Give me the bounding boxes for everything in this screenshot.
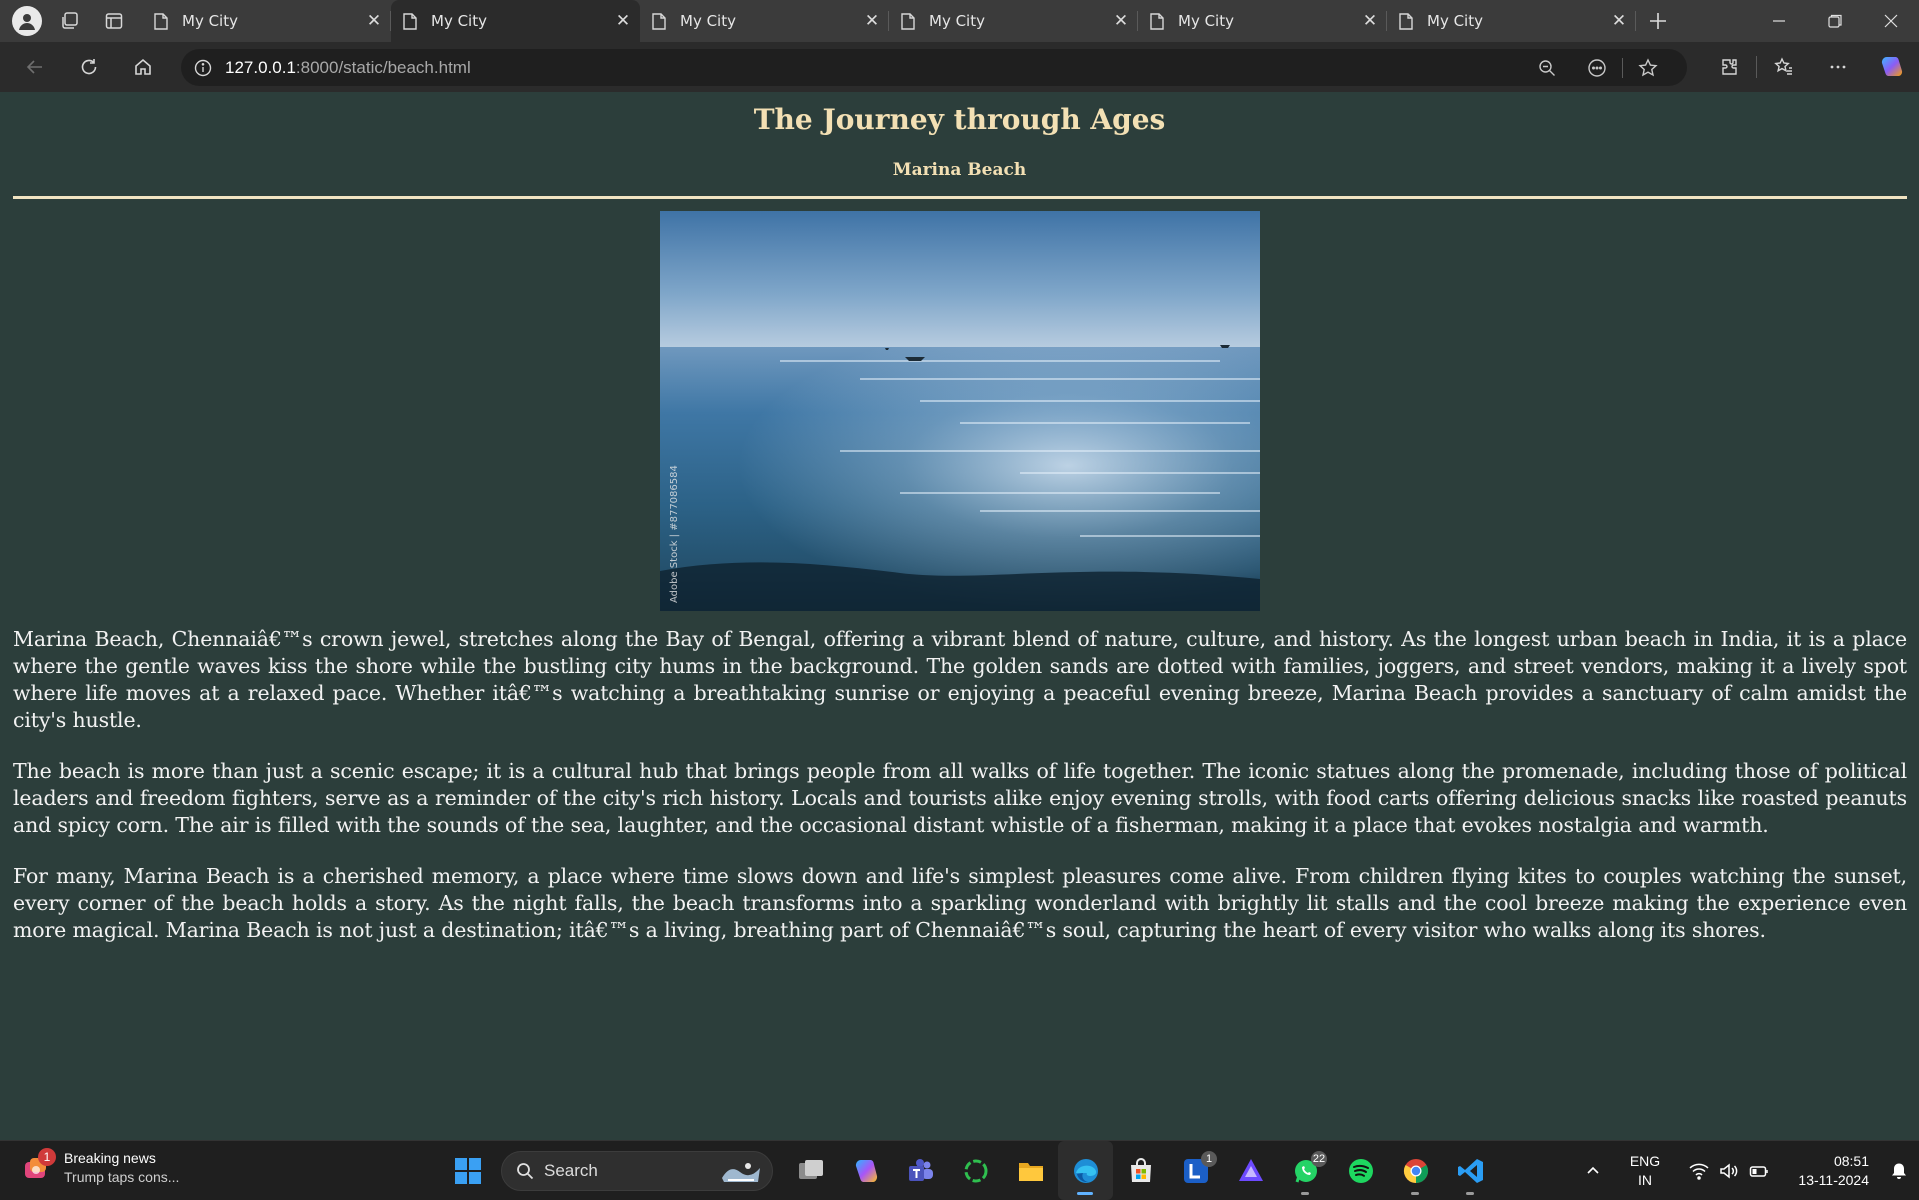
- image-watermark: Adobe Stock | #877086584: [669, 465, 680, 603]
- favorites-icon[interactable]: [1757, 42, 1811, 92]
- news-badge: 1: [38, 1148, 56, 1166]
- app-badge: 1: [1201, 1151, 1217, 1167]
- proton-vpn-icon[interactable]: [1223, 1141, 1278, 1200]
- linkedin-l-icon[interactable]: 1: [1168, 1141, 1223, 1200]
- browser-toolbar: [1702, 42, 1919, 92]
- copilot-app-icon[interactable]: [838, 1141, 893, 1200]
- workspaces-icon[interactable]: [48, 0, 92, 42]
- microsoft-store-icon[interactable]: [1113, 1141, 1168, 1200]
- chrome-icon[interactable]: [1388, 1141, 1443, 1200]
- news-subtitle: Trump taps cons...: [64, 1169, 180, 1185]
- wifi-icon: [1689, 1163, 1709, 1180]
- app-badge: 22: [1311, 1151, 1327, 1167]
- news-title: Breaking news: [64, 1150, 156, 1166]
- refresh-icon[interactable]: [62, 42, 116, 92]
- taskbar-search[interactable]: Search: [501, 1150, 773, 1191]
- input-language[interactable]: ENG IN: [1615, 1152, 1675, 1190]
- extensions-icon[interactable]: [1702, 42, 1756, 92]
- whatsapp-icon[interactable]: 22: [1278, 1141, 1333, 1200]
- edge-browser-icon[interactable]: [1058, 1141, 1113, 1200]
- page-icon: [403, 12, 417, 30]
- page-title: The Journey through Ages: [753, 103, 1166, 136]
- tab[interactable]: My City ✕: [640, 0, 889, 42]
- search-icon: [517, 1162, 534, 1179]
- tab[interactable]: My City ✕: [1387, 0, 1636, 42]
- navigation-bar: 127.0.0.1:8000/static/beach.html: [0, 42, 1919, 92]
- taskbar-apps: Search 1 22: [440, 1141, 1498, 1200]
- reading-mode-icon[interactable]: [1572, 49, 1622, 86]
- show-hidden-icons-chevron-icon[interactable]: [1571, 1164, 1615, 1178]
- sync-app-icon[interactable]: [948, 1141, 1003, 1200]
- start-windows-icon[interactable]: [440, 1141, 495, 1200]
- date: 13-11-2024: [1798, 1171, 1869, 1188]
- tab-active[interactable]: My City ✕: [391, 0, 640, 42]
- tab-close-icon[interactable]: ✕: [1104, 11, 1138, 31]
- system-tray: ENG IN 08:51 13-11-2024: [1571, 1141, 1919, 1200]
- copilot-icon[interactable]: [1865, 42, 1919, 92]
- quick-settings[interactable]: [1689, 1162, 1769, 1180]
- page-icon: [652, 12, 666, 30]
- tab-title: My City: [1427, 12, 1483, 30]
- vscode-icon[interactable]: [1443, 1141, 1498, 1200]
- article-body: Marina Beach, Chennaiâ€™s crown jewel, s…: [13, 626, 1907, 968]
- beach-photo: Adobe Stock | #877086584: [660, 211, 1260, 611]
- tab[interactable]: My City ✕: [142, 0, 391, 42]
- tab-close-icon[interactable]: ✕: [357, 11, 391, 31]
- news-widget[interactable]: 1 Breaking news Trump taps cons...: [22, 1148, 180, 1187]
- page-icon: [154, 12, 168, 30]
- tab[interactable]: My City ✕: [1138, 0, 1387, 42]
- task-view-icon[interactable]: [783, 1141, 838, 1200]
- tab-title: My City: [929, 12, 985, 30]
- tab-title: My City: [1178, 12, 1234, 30]
- close-window-icon[interactable]: [1863, 0, 1919, 42]
- clock[interactable]: 08:51 13-11-2024: [1785, 1152, 1869, 1190]
- new-tab-button[interactable]: [1636, 0, 1680, 42]
- minimize-icon[interactable]: [1751, 0, 1807, 42]
- page-subtitle: Marina Beach: [892, 160, 1027, 180]
- tab-list: My City ✕ My City ✕ My City ✕ My City ✕ …: [142, 0, 1636, 42]
- tab-close-icon[interactable]: ✕: [1602, 11, 1636, 31]
- tab-close-icon[interactable]: ✕: [1353, 11, 1387, 31]
- url-text: 127.0.0.1:8000/static/beach.html: [225, 57, 471, 77]
- tab-close-icon[interactable]: ✕: [855, 11, 889, 31]
- tab-title: My City: [680, 12, 736, 30]
- back-arrow-icon[interactable]: [8, 42, 62, 92]
- tab-title: My City: [431, 12, 487, 30]
- site-info-icon[interactable]: [181, 59, 225, 77]
- web-page: The Journey through Ages Marina Beach Ad…: [0, 92, 1919, 1140]
- home-icon[interactable]: [116, 42, 170, 92]
- time: 08:51: [1833, 1152, 1869, 1169]
- paragraph: Marina Beach, Chennaiâ€™s crown jewel, s…: [13, 627, 1907, 732]
- battery-icon: [1749, 1165, 1768, 1177]
- file-explorer-icon[interactable]: [1003, 1141, 1058, 1200]
- favorite-star-icon[interactable]: [1623, 49, 1673, 86]
- zoom-out-icon[interactable]: [1522, 49, 1572, 86]
- search-highlight-icon: [722, 1162, 760, 1182]
- page-icon: [1399, 12, 1413, 30]
- address-bar-actions: [1522, 49, 1673, 86]
- page-icon: [901, 12, 915, 30]
- taskbar: 1 Breaking news Trump taps cons... Searc…: [0, 1140, 1919, 1200]
- page-icon: [1150, 12, 1164, 30]
- more-menu-icon[interactable]: [1811, 42, 1865, 92]
- search-label: Search: [544, 1160, 598, 1180]
- teams-icon[interactable]: [893, 1141, 948, 1200]
- paragraph: For many, Marina Beach is a cherished me…: [13, 864, 1907, 942]
- notification-bell-icon[interactable]: [1879, 1162, 1919, 1180]
- divider: [13, 196, 1907, 199]
- vertical-tabs-icon[interactable]: [92, 0, 136, 42]
- address-bar[interactable]: 127.0.0.1:8000/static/beach.html: [181, 49, 1687, 86]
- tab-title: My City: [182, 12, 238, 30]
- volume-icon: [1720, 1162, 1738, 1179]
- window-controls: [1751, 0, 1919, 42]
- tab-strip: My City ✕ My City ✕ My City ✕ My City ✕ …: [0, 0, 1919, 42]
- spotify-icon[interactable]: [1333, 1141, 1388, 1200]
- restore-icon[interactable]: [1807, 0, 1863, 42]
- news-widget-icon: 1: [22, 1148, 56, 1182]
- tab[interactable]: My City ✕: [889, 0, 1138, 42]
- paragraph: The beach is more than just a scenic esc…: [13, 759, 1907, 837]
- tab-close-icon[interactable]: ✕: [606, 11, 640, 31]
- profile-avatar-icon[interactable]: [12, 6, 42, 36]
